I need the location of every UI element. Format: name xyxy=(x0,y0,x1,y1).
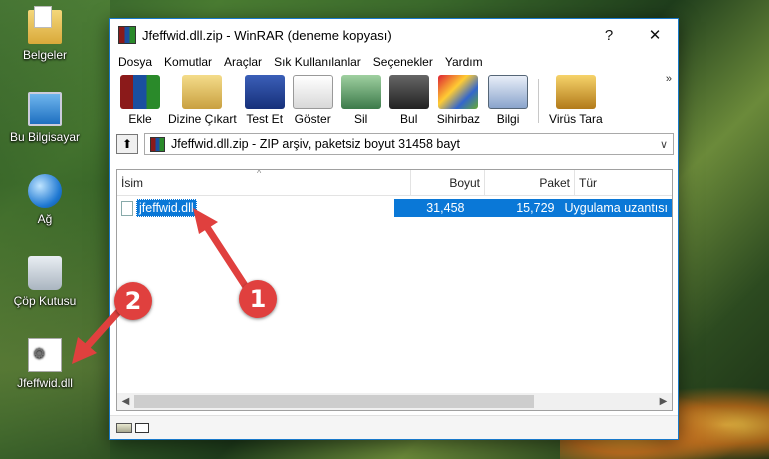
file-name-cell: jfeffwid.dll xyxy=(117,199,394,217)
extract-to-button[interactable]: Dizine Çıkart xyxy=(164,73,241,126)
toolbar: Ekle Dizine Çıkart Test Et Göster Sil Bu… xyxy=(110,73,678,129)
winrar-window: Jfeffwid.dll.zip - WinRAR (deneme kopyas… xyxy=(109,18,679,440)
network-icon xyxy=(28,174,62,208)
window-title: Jfeffwid.dll.zip - WinRAR (deneme kopyas… xyxy=(142,27,392,43)
scroll-thumb[interactable] xyxy=(134,395,534,408)
toolbar-overflow-chevron-icon[interactable]: » xyxy=(666,73,672,85)
desktop-icon-this-pc[interactable]: Bu Bilgisayar xyxy=(0,92,90,144)
column-header-type[interactable]: Tür xyxy=(575,170,672,196)
selection-highlight: 31,458 15,729 Uygulama uzantısı xyxy=(394,199,672,217)
list-header: ^ İsim Boyut Paket Tür xyxy=(117,170,672,196)
menu-tools[interactable]: Araçlar xyxy=(218,55,268,69)
dll-file-icon xyxy=(121,200,133,216)
status-bar xyxy=(110,415,678,439)
tool-label: Bilgi xyxy=(496,112,520,126)
menu-favorites[interactable]: Sık Kullanılanlar xyxy=(268,55,367,69)
dll-file-icon xyxy=(28,338,62,372)
desktop-icon-dll-file[interactable]: Jfeffwid.dll xyxy=(0,338,90,390)
view-glasses-icon xyxy=(292,75,333,109)
desktop-icon-recycle-bin[interactable]: Çöp Kutusu xyxy=(0,256,90,308)
scroll-right-icon[interactable]: ▶ xyxy=(655,396,672,407)
title-bar[interactable]: Jfeffwid.dll.zip - WinRAR (deneme kopyas… xyxy=(110,19,678,51)
menu-commands[interactable]: Komutlar xyxy=(158,55,218,69)
delete-button[interactable]: Sil xyxy=(337,73,385,126)
tool-label: Göster xyxy=(294,112,331,126)
close-button[interactable]: ✕ xyxy=(632,19,678,51)
menu-file[interactable]: Dosya xyxy=(112,55,158,69)
add-button[interactable]: Ekle xyxy=(116,73,164,126)
horizontal-scrollbar[interactable]: ◀ ▶ xyxy=(117,393,672,410)
address-bar: ⬆ Jfeffwid.dll.zip - ZIP arşiv, paketsiz… xyxy=(110,131,678,157)
up-folder-button[interactable]: ⬆ xyxy=(116,134,138,154)
virus-scan-icon xyxy=(555,75,596,109)
tool-label: Dizine Çıkart xyxy=(168,112,237,126)
help-button[interactable]: ? xyxy=(586,19,632,51)
archive-path-combobox[interactable]: Jfeffwid.dll.zip - ZIP arşiv, paketsiz b… xyxy=(144,133,674,155)
winrar-app-icon xyxy=(118,26,136,44)
file-name: jfeffwid.dll xyxy=(136,199,197,217)
tool-label: Sil xyxy=(354,112,368,126)
desktop-icon-documents[interactable]: Belgeler xyxy=(0,6,90,62)
file-list: ^ İsim Boyut Paket Tür jfeffwid.dll 31,4… xyxy=(116,169,673,411)
file-packed-size: 15,729 xyxy=(516,201,555,215)
archive-path-text: Jfeffwid.dll.zip - ZIP arşiv, paketsiz b… xyxy=(171,137,461,151)
desktop-icon-label: Jfeffwid.dll xyxy=(17,376,73,390)
recycle-bin-icon xyxy=(28,256,62,290)
scroll-left-icon[interactable]: ◀ xyxy=(117,396,134,407)
chevron-down-icon[interactable]: ∨ xyxy=(655,138,673,151)
documents-folder-icon xyxy=(28,6,62,44)
table-row[interactable]: jfeffwid.dll 31,458 15,729 Uygulama uzan… xyxy=(117,199,672,217)
annotation-badge-1: 1 xyxy=(239,280,277,318)
tool-label: Ekle xyxy=(128,112,152,126)
find-binoculars-icon xyxy=(388,75,429,109)
wizard-icon xyxy=(438,75,479,109)
find-button[interactable]: Bul xyxy=(385,73,433,126)
drive-icon[interactable] xyxy=(116,422,132,433)
file-size: 31,458 xyxy=(426,201,465,215)
tool-label: Bul xyxy=(400,112,418,126)
sort-indicator-icon: ^ xyxy=(257,169,262,178)
wizard-button[interactable]: Sihirbaz xyxy=(433,73,484,126)
key-icon[interactable] xyxy=(135,422,149,433)
menu-help[interactable]: Yardım xyxy=(439,55,489,69)
delete-icon xyxy=(340,75,381,109)
extract-to-folder-icon xyxy=(182,75,223,109)
info-icon xyxy=(488,75,529,109)
add-archive-icon xyxy=(120,75,160,109)
info-button[interactable]: Bilgi xyxy=(484,73,532,126)
tool-label: Test Et xyxy=(246,112,284,126)
desktop-icon-label: Belgeler xyxy=(22,48,68,62)
tool-label: Virüs Tara xyxy=(549,112,603,126)
computer-icon xyxy=(28,92,62,126)
menu-options[interactable]: Seçenekler xyxy=(367,55,439,69)
view-button[interactable]: Göster xyxy=(289,73,337,126)
toolbar-separator xyxy=(538,79,540,123)
test-button[interactable]: Test Et xyxy=(241,73,289,126)
file-type: Uygulama uzantısı xyxy=(564,201,668,215)
annotation-badge-2: 2 xyxy=(114,282,152,320)
test-archive-icon xyxy=(244,75,285,109)
scroll-track[interactable] xyxy=(134,393,655,410)
desktop-icon-label: Çöp Kutusu xyxy=(13,294,77,308)
archive-icon xyxy=(150,136,165,152)
desktop-icon-network[interactable]: Ağ xyxy=(0,174,90,226)
column-header-size[interactable]: Boyut xyxy=(411,170,485,196)
tool-label: Sihirbaz xyxy=(436,112,481,126)
column-header-name[interactable]: İsim xyxy=(117,170,411,196)
desktop-icon-label: Bu Bilgisayar xyxy=(9,130,81,144)
virus-scan-button[interactable]: Virüs Tara xyxy=(545,73,607,126)
wallpaper-foliage xyxy=(0,0,110,459)
column-header-packed[interactable]: Paket xyxy=(485,170,575,196)
desktop-icon-label: Ağ xyxy=(37,212,53,226)
menu-bar: Dosya Komutlar Araçlar Sık Kullanılanlar… xyxy=(110,51,678,73)
